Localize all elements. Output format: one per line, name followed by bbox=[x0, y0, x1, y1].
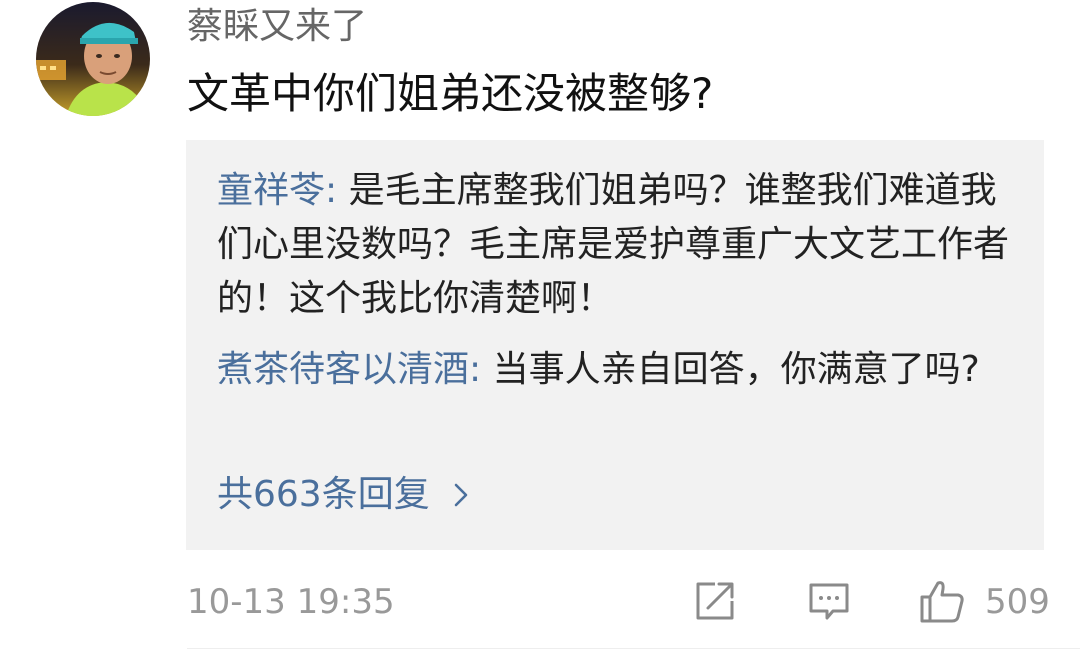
reply-separator: : bbox=[325, 170, 349, 211]
divider bbox=[187, 648, 1080, 649]
comment-card: 蔡睬又来了 文革中你们姐弟还没被整够? 童祥苓: 是毛主席整我们姐弟吗？谁整我们… bbox=[0, 0, 1080, 652]
comment-username[interactable]: 蔡睬又来了 bbox=[187, 2, 367, 52]
reply-author[interactable]: 煮茶待客以清酒 bbox=[217, 349, 469, 390]
share-icon[interactable] bbox=[693, 579, 737, 623]
like-count: 509 bbox=[985, 582, 1050, 622]
reply-count-label: 共663条回复 bbox=[217, 474, 430, 515]
comment-body: 文革中你们姐弟还没被整够? bbox=[187, 69, 714, 118]
view-all-replies-link[interactable]: 共663条回复 bbox=[217, 468, 474, 522]
comment-timestamp: 10-13 19:35 bbox=[187, 582, 395, 622]
thumbs-up-icon[interactable] bbox=[918, 577, 966, 625]
reply-separator: : bbox=[469, 349, 493, 390]
chevron-right-icon bbox=[454, 483, 468, 507]
reply-item: 童祥苓: 是毛主席整我们姐弟吗？谁整我们难道我们心里没数吗？毛主席是爱护尊重广大… bbox=[217, 164, 1017, 326]
reply-text: 当事人亲自回答，你满意了吗? bbox=[492, 349, 980, 390]
comment-icon[interactable] bbox=[807, 579, 851, 623]
comment-footer: 10-13 19:35 509 bbox=[187, 575, 1050, 629]
reply-item: 煮茶待客以清酒: 当事人亲自回答，你满意了吗? bbox=[217, 343, 1017, 397]
avatar-image bbox=[36, 2, 150, 116]
reply-preview-box[interactable]: 童祥苓: 是毛主席整我们姐弟吗？谁整我们难道我们心里没数吗？毛主席是爱护尊重广大… bbox=[186, 140, 1044, 550]
reply-author[interactable]: 童祥苓 bbox=[217, 170, 325, 211]
avatar[interactable] bbox=[36, 2, 150, 116]
